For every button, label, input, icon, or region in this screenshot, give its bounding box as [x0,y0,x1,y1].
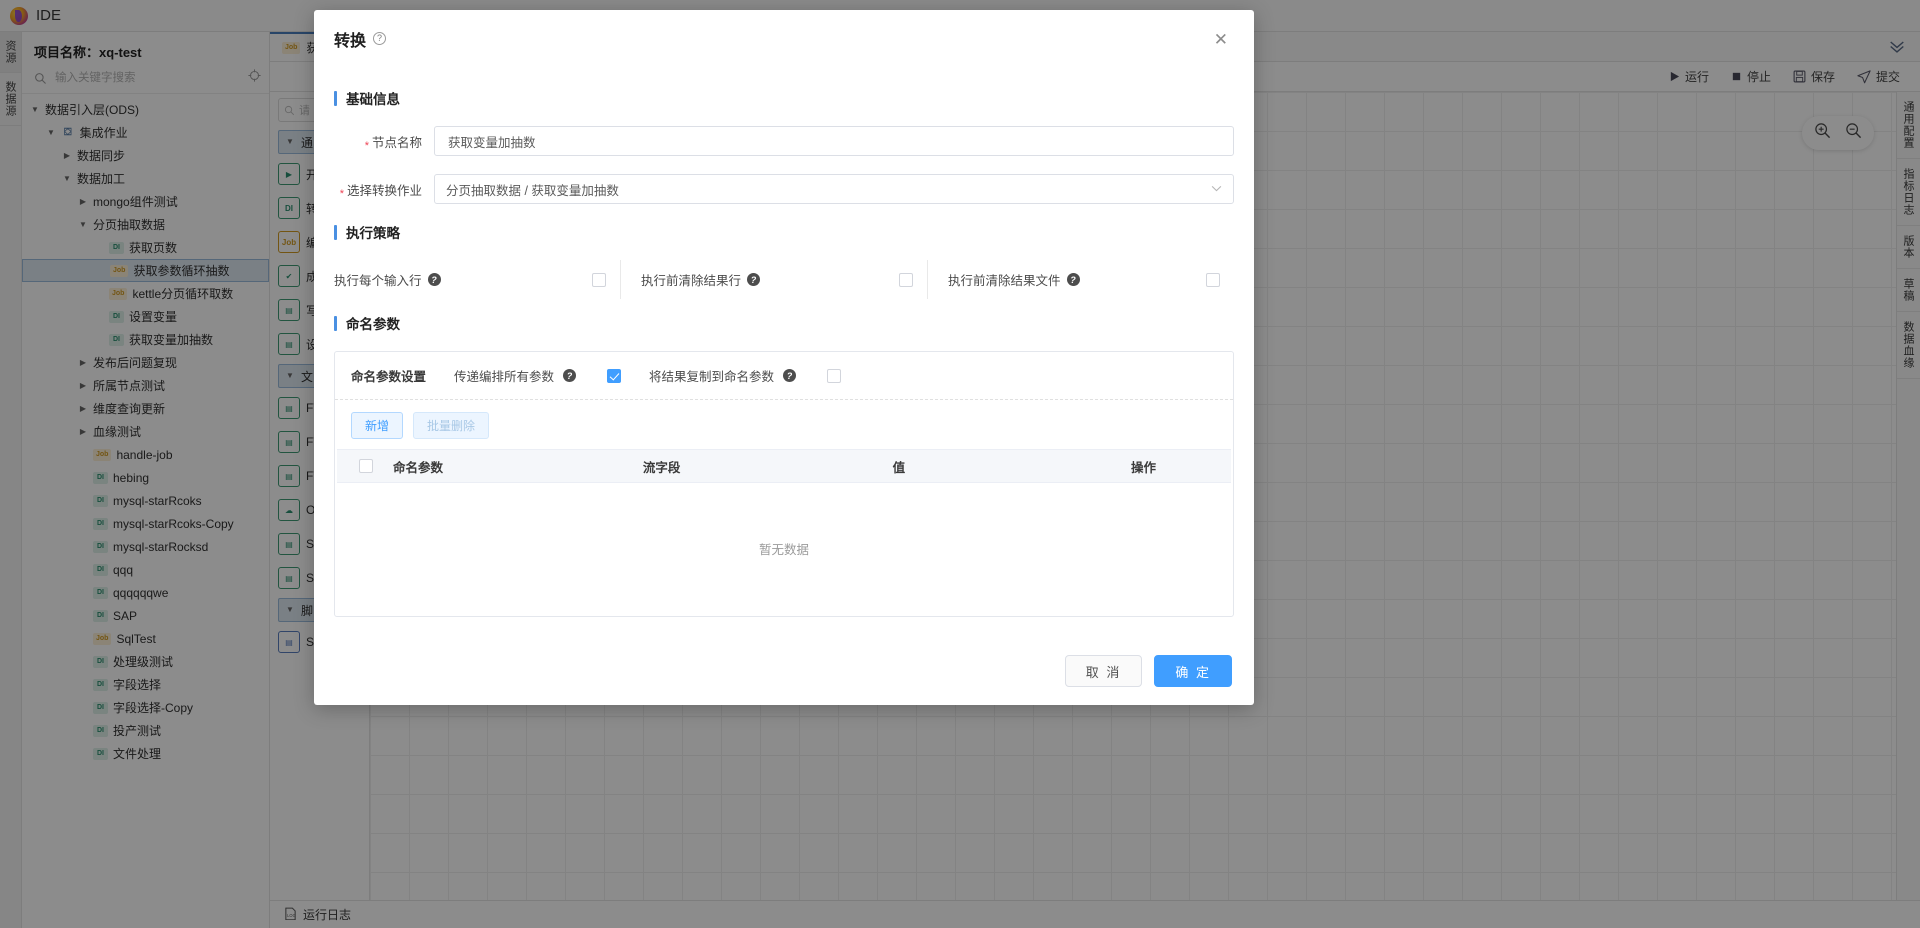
strategy-label-0: 执行每个输入行 ? [334,270,441,289]
app-root: IDE 资源 数据源 项目名称：xq-test ▼数据引入层(ODS) [0,0,1920,928]
table-header-row: 命名参数 流字段 值 操作 [337,449,1231,483]
strategy-label-1: 执行前清除结果行 ? [641,270,760,289]
column-header-stream-field: 流字段 [633,457,883,476]
dialog-header: 转换 ? ✕ [314,10,1254,68]
strategy-option-clear-result-files: 执行前清除结果文件 ? [927,260,1234,299]
question-circle-icon[interactable]: ? [373,32,386,45]
strategy-label-text-0: 执行每个输入行 [334,270,422,289]
batch-delete-button[interactable]: 批量删除 [413,412,489,439]
table-empty-state: 暂无数据 [337,483,1231,614]
strategy-option-each-input-row: 执行每个输入行 ? [334,260,620,299]
section-named-params-label: 命名参数 [346,313,400,333]
column-header-value: 值 [883,457,1121,476]
cancel-button[interactable]: 取 消 [1065,655,1143,687]
strategy-label-text-1: 执行前清除结果行 [641,270,741,289]
required-asterisk: * [340,188,344,200]
job-select-label: 选择转换作业 [347,184,422,198]
question-solid-icon[interactable]: ? [747,273,760,286]
named-params-table: 命名参数 流字段 值 操作 暂无数据 [337,449,1231,614]
chevron-down-icon[interactable] [1211,183,1222,195]
section-exec-strategy: 执行策略 [334,222,1234,242]
named-params-toolbar: 新增 批量删除 [335,400,1233,449]
section-basic-info-label: 基础信息 [346,88,400,108]
named-params-box: 命名参数设置 传递编排所有参数 ? 将结果复制到命名参数 ? 新增 批量删除 [334,351,1234,617]
question-solid-icon[interactable]: ? [1067,273,1080,286]
job-select-field[interactable]: 分页抽取数据 / 获取变量加抽数 [434,174,1234,204]
option-checkbox-0[interactable] [607,369,621,383]
transform-dialog: 转换 ? ✕ 基础信息 *节点名称 *选择转换作业 [314,10,1254,705]
column-header-named-param: 命名参数 [383,457,633,476]
section-accent-bar [334,91,337,106]
option-label-0: 传递编排所有参数 [454,366,554,385]
strategy-label-text-2: 执行前清除结果文件 [948,270,1061,289]
named-params-header: 命名参数设置 传递编排所有参数 ? 将结果复制到命名参数 ? [335,352,1233,400]
question-solid-icon[interactable]: ? [783,369,796,382]
named-params-option-pass-all: 传递编排所有参数 ? [454,366,621,385]
confirm-button[interactable]: 确 定 [1154,655,1232,687]
select-all-cell [337,459,383,473]
named-params-option-copy-result: 将结果复制到命名参数 ? [649,366,841,385]
dialog-title: 转换 [334,27,366,51]
table-empty-text: 暂无数据 [759,539,809,558]
option-checkbox-1[interactable] [827,369,841,383]
section-named-params: 命名参数 [334,313,1234,333]
column-header-actions: 操作 [1121,457,1231,476]
dialog-footer: 取 消 确 定 [314,637,1254,705]
strategy-checkbox-0[interactable] [592,273,606,287]
required-asterisk: * [365,140,369,152]
node-name-label-wrap: *节点名称 [334,132,434,151]
question-solid-icon[interactable]: ? [428,273,441,286]
select-all-checkbox[interactable] [359,459,373,473]
strategy-checkbox-2[interactable] [1206,273,1220,287]
node-name-row: *节点名称 [334,126,1234,156]
job-select-row: *选择转换作业 分页抽取数据 / 获取变量加抽数 [334,174,1234,204]
job-select-label-wrap: *选择转换作业 [334,180,434,199]
node-name-label: 节点名称 [372,136,422,150]
node-name-input[interactable] [446,133,1222,149]
close-icon[interactable]: ✕ [1210,27,1232,52]
add-param-button[interactable]: 新增 [351,412,403,439]
node-name-field[interactable] [434,126,1234,156]
section-exec-strategy-label: 执行策略 [346,222,400,242]
named-params-settings-label: 命名参数设置 [351,366,426,385]
job-select-value: 分页抽取数据 / 获取变量加抽数 [446,180,619,199]
dialog-body: 基础信息 *节点名称 *选择转换作业 分页抽取数据 / 获取变量加抽数 [314,68,1254,637]
strategy-option-clear-result-rows: 执行前清除结果行 ? [620,260,927,299]
strategy-row: 执行每个输入行 ? 执行前清除结果行 ? 执行前清除结果文件 ? [334,260,1234,299]
option-label-1: 将结果复制到命名参数 [649,366,774,385]
section-basic-info: 基础信息 [334,88,1234,108]
question-solid-icon[interactable]: ? [563,369,576,382]
section-accent-bar [334,316,337,331]
strategy-checkbox-1[interactable] [899,273,913,287]
section-accent-bar [334,225,337,240]
strategy-label-2: 执行前清除结果文件 ? [948,270,1080,289]
